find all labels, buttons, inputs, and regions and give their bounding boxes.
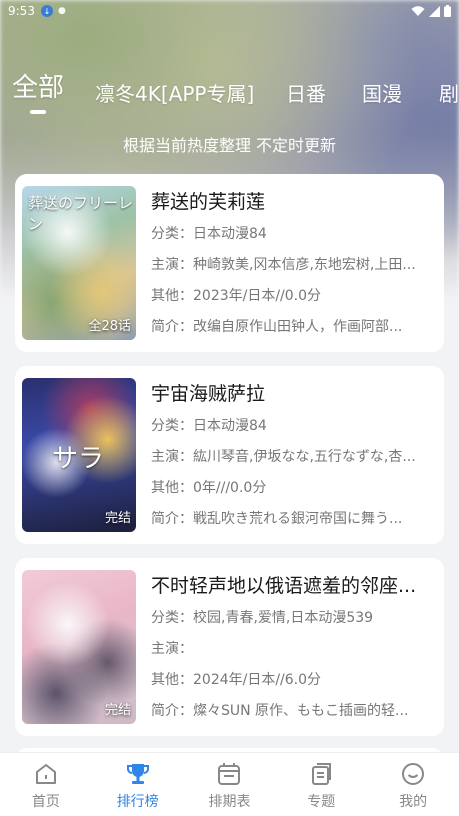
home-icon <box>35 764 56 784</box>
download-icon: ↓ <box>40 5 53 17</box>
cast-value: 种崎敦美,冈本信彦,东地宏树,上田... <box>193 257 416 273</box>
cast-value: 紘川琴音,伊坂なな,五行なずな,杏... <box>193 449 416 465</box>
nav-home[interactable]: 首页 <box>0 753 92 816</box>
summary-value: 改编自原作山田钟人，作画阿部... <box>193 319 403 335</box>
category-value: 日本动漫84 <box>193 418 267 434</box>
category-row: 分类：日本动漫84 <box>151 222 433 247</box>
other-label: 其他： <box>151 672 193 688</box>
summary-row: 简介：燦々SUN 原作、ももこ插画的轻... <box>151 699 433 724</box>
cover-image[interactable]: サラ 完结 <box>22 378 136 532</box>
summary-value: 戦乱吹き荒れる銀河帝国に舞う... <box>193 511 403 527</box>
tab-winter-4k[interactable]: 凛冬4K[APP专属] <box>95 78 254 107</box>
cover-art-title: サラ <box>52 444 105 474</box>
other-value: 0年///0.0分 <box>193 480 267 496</box>
anime-title[interactable]: 宇宙海贼萨拉 <box>151 380 433 408</box>
active-tab-indicator <box>30 110 46 114</box>
nav-ranking[interactable]: 排行榜 <box>92 753 184 816</box>
other-value: 2024年/日本//6.0分 <box>193 672 322 688</box>
other-row: 其他：0年///0.0分 <box>151 476 433 501</box>
nav-profile[interactable]: 我的 <box>367 753 459 816</box>
category-tabs: 全部 凛冬4K[APP专属] 日番 国漫 剧 <box>0 70 459 118</box>
cover-image[interactable]: 完结 <box>22 570 136 724</box>
cast-row: 主演：种崎敦美,冈本信彦,东地宏树,上田... <box>151 253 433 278</box>
episode-badge: 完结 <box>104 703 131 718</box>
trophy-icon <box>126 764 149 784</box>
category-value: 校园,青春,爱情,日本动漫539 <box>193 610 374 626</box>
tab-chinese-anime[interactable]: 国漫 <box>362 78 402 107</box>
cast-row: 主演： <box>151 637 433 662</box>
tab-drama[interactable]: 剧 <box>439 78 459 107</box>
wifi-icon <box>411 5 425 16</box>
tab-japanese-anime[interactable]: 日番 <box>286 78 326 107</box>
summary-value: 燦々SUN 原作、ももこ插画的轻... <box>193 703 409 719</box>
other-label: 其他： <box>151 480 193 496</box>
episode-badge: 全28话 <box>88 319 131 334</box>
summary-row: 简介：改编自原作山田钟人，作画阿部... <box>151 315 433 340</box>
other-label: 其他： <box>151 288 193 304</box>
cover-image[interactable]: 葬送のフリーレン 全28话 <box>22 186 136 340</box>
cast-label: 主演： <box>151 641 193 657</box>
status-bar: 9:53 ↓ ● <box>0 0 459 22</box>
nav-topics[interactable]: 专题 <box>275 753 367 816</box>
anime-title[interactable]: 葬送的芙莉莲 <box>151 188 433 216</box>
anime-title[interactable]: 不时轻声地以俄语遮羞的邻座... <box>151 572 433 600</box>
battery-icon <box>444 5 451 17</box>
nav-topics-label: 专题 <box>307 794 336 810</box>
signal-icon <box>429 5 440 17</box>
category-label: 分类： <box>151 418 193 434</box>
category-row: 分类：日本动漫84 <box>151 414 433 439</box>
episode-badge: 完结 <box>104 511 131 526</box>
category-row: 分类：校园,青春,爱情,日本动漫539 <box>151 606 433 631</box>
category-label: 分类： <box>151 610 193 626</box>
tab-all[interactable]: 全部 <box>12 70 64 104</box>
category-label: 分类： <box>151 226 193 242</box>
cast-label: 主演： <box>151 449 193 465</box>
cast-row: 主演：紘川琴音,伊坂なな,五行なずな,杏... <box>151 445 433 470</box>
category-value: 日本动漫84 <box>193 226 267 242</box>
cast-label: 主演： <box>151 257 193 273</box>
anime-card[interactable]: サラ 完结 宇宙海贼萨拉 分类：日本动漫84 主演：紘川琴音,伊坂なな,五行なず… <box>15 366 444 544</box>
calendar-icon <box>218 763 241 785</box>
other-value: 2023年/日本//0.0分 <box>193 288 322 304</box>
ranking-subtitle: 根据当前热度整理 不定时更新 <box>122 136 337 155</box>
nav-ranking-label: 排行榜 <box>116 794 159 810</box>
nav-home-label: 首页 <box>31 794 60 810</box>
summary-row: 简介：戦乱吹き荒れる銀河帝国に舞う... <box>151 507 433 532</box>
nav-profile-label: 我的 <box>399 794 428 810</box>
other-row: 其他：2024年/日本//6.0分 <box>151 668 433 693</box>
other-row: 其他：2023年/日本//0.0分 <box>151 284 433 309</box>
topic-icon <box>312 763 332 785</box>
cover-art-title: 葬送のフリーレン <box>28 194 134 233</box>
app-icon: ● <box>57 6 66 16</box>
profile-icon <box>402 763 425 785</box>
anime-card[interactable]: 葬送のフリーレン 全28话 葬送的芙莉莲 分类：日本动漫84 主演：种崎敦美,冈… <box>15 174 444 352</box>
summary-label: 简介： <box>151 703 193 719</box>
status-time: 9:53 <box>8 4 35 18</box>
summary-label: 简介： <box>151 319 193 335</box>
bottom-navigation: 首页 排行榜 排期表 专题 我的 <box>0 752 459 816</box>
anime-card[interactable]: 完结 不时轻声地以俄语遮羞的邻座... 分类：校园,青春,爱情,日本动漫539 … <box>15 558 444 736</box>
summary-label: 简介： <box>151 511 193 527</box>
nav-schedule-label: 排期表 <box>208 794 251 810</box>
nav-schedule[interactable]: 排期表 <box>184 753 276 816</box>
